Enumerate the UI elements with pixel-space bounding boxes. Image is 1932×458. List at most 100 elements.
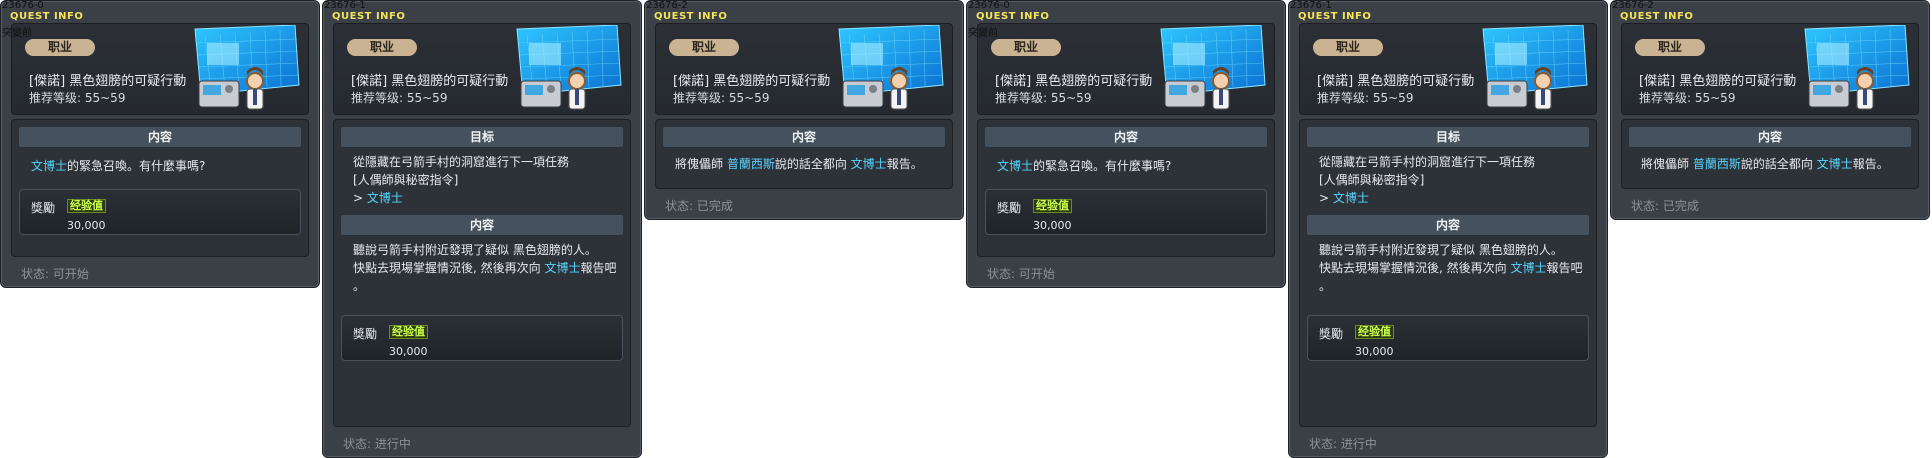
goal-header: 目标 xyxy=(1307,127,1589,147)
goal-line: 從隱藏在弓箭手村的洞窟進行下一項任務 xyxy=(1319,155,1536,169)
reward-label: 獎勵 xyxy=(353,327,378,341)
quest-header: 职业 [傑諾] 黑色翅膀的可疑行動 推荐等级: 55~59 xyxy=(1621,23,1919,115)
quest-status: 状态: 进行中 xyxy=(1309,437,1377,451)
content-line: 聽說弓箭手村附近發現了疑似 黑色翅膀的人。 xyxy=(1319,243,1563,257)
quest-id: 23676-0 xyxy=(968,0,1010,11)
reward-box: 獎勵 经验值 30,000 xyxy=(19,189,301,235)
quest-name: [傑諾] 黑色翅膀的可疑行動 xyxy=(995,74,1153,89)
quest-info-title: QUEST INFO xyxy=(976,11,1050,22)
goal-line: > 文博士 xyxy=(353,191,403,205)
reward-value: 30,000 xyxy=(1033,219,1072,232)
content-line: 。 xyxy=(1319,279,1332,293)
job-badge: 职业 xyxy=(25,39,95,56)
quest-info-panel: 职业 [傑諾] 黑色翅膀的可疑行動 推荐等级: 55~59 内容 將傀儡師 普蘭… xyxy=(644,0,964,220)
quest-status: 状态: 可开始 xyxy=(987,267,1055,281)
quest-id: 23676-2 xyxy=(646,0,688,11)
reward-box: 獎勵 经验值 30,000 xyxy=(985,189,1267,235)
reward-value: 30,000 xyxy=(67,219,106,232)
content-line: 。 xyxy=(353,279,366,293)
quest-info-panel: 职业 [傑諾] 黑色翅膀的可疑行動 推荐等级: 55~59 内容 將傀儡師 普蘭… xyxy=(1610,0,1930,220)
quest-npc-portrait xyxy=(1482,25,1588,110)
quest-name: [傑諾] 黑色翅膀的可疑行動 xyxy=(351,74,509,89)
recommended-level: 推荐等级: 55~59 xyxy=(673,91,770,105)
exp-badge: 经验值 xyxy=(67,199,106,213)
content-header: 内容 xyxy=(341,215,623,235)
quest-info-title: QUEST INFO xyxy=(10,11,84,22)
exp-badge: 经验值 xyxy=(389,325,428,339)
quest-header: 职业 [傑諾] 黑色翅膀的可疑行動 推荐等级: 55~59 xyxy=(1299,23,1597,115)
job-badge: 职业 xyxy=(991,39,1061,56)
content-line: 文博士的緊急召喚。有什麼事嗎? xyxy=(31,159,206,173)
quest-npc-portrait xyxy=(838,25,944,110)
quest-name: [傑諾] 黑色翅膀的可疑行動 xyxy=(673,74,831,89)
content-header: 内容 xyxy=(985,127,1267,147)
recommended-level: 推荐等级: 55~59 xyxy=(995,91,1092,105)
quest-info-title: QUEST INFO xyxy=(1620,11,1694,22)
quest-status: 状态: 已完成 xyxy=(1631,199,1699,213)
content-header: 内容 xyxy=(1307,215,1589,235)
quest-name: [傑諾] 黑色翅膀的可疑行動 xyxy=(1639,74,1797,89)
goal-line: [人偶師與秘密指令] xyxy=(1319,173,1425,187)
quest-info-panel: 职业 [傑諾] 黑色翅膀的可疑行動 推荐等级: 55~59 目标 從隱藏在弓箭手… xyxy=(322,0,642,458)
quest-status: 状态: 可开始 xyxy=(21,267,89,281)
quest-npc-portrait xyxy=(1160,25,1266,110)
quest-info-title: QUEST INFO xyxy=(332,11,406,22)
quest-info-title: QUEST INFO xyxy=(1298,11,1372,22)
quest-body: 内容 將傀儡師 普蘭西斯說的話全都向 文博士報告。 xyxy=(655,119,953,189)
goal-line: [人偶師與秘密指令] xyxy=(353,173,459,187)
quest-body: 目标 從隱藏在弓箭手村的洞窟進行下一項任務 [人偶師與秘密指令] > 文博士 内… xyxy=(333,119,631,427)
quest-status: 状态: 已完成 xyxy=(665,199,733,213)
content-line: 聽說弓箭手村附近發現了疑似 黑色翅膀的人。 xyxy=(353,243,597,257)
reward-value: 30,000 xyxy=(389,345,428,358)
content-line: 文博士的緊急召喚。有什麼事嗎? xyxy=(997,159,1172,173)
job-badge: 职业 xyxy=(1635,39,1705,56)
content-header: 内容 xyxy=(663,127,945,147)
quest-npc-portrait xyxy=(1804,25,1910,110)
quest-body: 内容 文博士的緊急召喚。有什麼事嗎? 獎勵 经验值 30,000 xyxy=(11,119,309,257)
content-header: 内容 xyxy=(1629,127,1911,147)
quest-id: 23676-0 xyxy=(2,0,44,11)
job-badge: 职业 xyxy=(347,39,417,56)
content-line: 快點去現場掌握情況後, 然後再次向 文博士報告吧 xyxy=(1319,261,1583,275)
content-line: 快點去現場掌握情況後, 然後再次向 文博士報告吧 xyxy=(353,261,617,275)
recommended-level: 推荐等级: 55~59 xyxy=(1317,91,1414,105)
quest-id: 23676-1 xyxy=(1290,0,1332,11)
reward-box: 獎勵 经验值 30,000 xyxy=(341,315,623,361)
recommended-level: 推荐等级: 55~59 xyxy=(29,91,126,105)
quest-subtitle: 突變前 xyxy=(2,28,32,39)
quest-npc-portrait xyxy=(516,25,622,110)
exp-badge: 经验值 xyxy=(1355,325,1394,339)
reward-value: 30,000 xyxy=(1355,345,1394,358)
recommended-level: 推荐等级: 55~59 xyxy=(351,91,448,105)
content-line: 將傀儡師 普蘭西斯說的話全都向 文博士報告。 xyxy=(675,157,923,171)
quest-subtitle: 突變前 xyxy=(968,28,998,39)
quest-body: 内容 文博士的緊急召喚。有什麼事嗎? 獎勵 经验值 30,000 xyxy=(977,119,1275,257)
recommended-level: 推荐等级: 55~59 xyxy=(1639,91,1736,105)
quest-name: [傑諾] 黑色翅膀的可疑行動 xyxy=(1317,74,1475,89)
exp-badge: 经验值 xyxy=(1033,199,1072,213)
quest-info-panel: 职业 [傑諾] 黑色翅膀的可疑行動 推荐等级: 55~59 内容 文博士的緊急召… xyxy=(966,0,1286,288)
reward-label: 獎勵 xyxy=(31,201,56,215)
quest-npc-portrait xyxy=(194,25,300,110)
quest-info-panel: 职业 [傑諾] 黑色翅膀的可疑行動 推荐等级: 55~59 内容 文博士的緊急召… xyxy=(0,0,320,288)
quest-header: 职业 [傑諾] 黑色翅膀的可疑行動 推荐等级: 55~59 xyxy=(977,23,1275,115)
quest-info-title: QUEST INFO xyxy=(654,11,728,22)
quest-info-panel: 职业 [傑諾] 黑色翅膀的可疑行動 推荐等级: 55~59 目标 從隱藏在弓箭手… xyxy=(1288,0,1608,458)
quest-body: 内容 將傀儡師 普蘭西斯說的話全都向 文博士報告。 xyxy=(1621,119,1919,189)
job-badge: 职业 xyxy=(1313,39,1383,56)
quest-header: 职业 [傑諾] 黑色翅膀的可疑行動 推荐等级: 55~59 xyxy=(655,23,953,115)
goal-header: 目标 xyxy=(341,127,623,147)
quest-id: 23676-1 xyxy=(324,0,366,11)
reward-label: 獎勵 xyxy=(1319,327,1344,341)
quest-name: [傑諾] 黑色翅膀的可疑行動 xyxy=(29,74,187,89)
reward-label: 獎勵 xyxy=(997,201,1022,215)
reward-box: 獎勵 经验值 30,000 xyxy=(1307,315,1589,361)
quest-header: 职业 [傑諾] 黑色翅膀的可疑行動 推荐等级: 55~59 xyxy=(333,23,631,115)
job-badge: 职业 xyxy=(669,39,739,56)
goal-line: > 文博士 xyxy=(1319,191,1369,205)
quest-header: 职业 [傑諾] 黑色翅膀的可疑行動 推荐等级: 55~59 xyxy=(11,23,309,115)
content-header: 内容 xyxy=(19,127,301,147)
content-line: 將傀儡師 普蘭西斯說的話全都向 文博士報告。 xyxy=(1641,157,1889,171)
quest-status: 状态: 进行中 xyxy=(343,437,411,451)
goal-line: 從隱藏在弓箭手村的洞窟進行下一項任務 xyxy=(353,155,570,169)
